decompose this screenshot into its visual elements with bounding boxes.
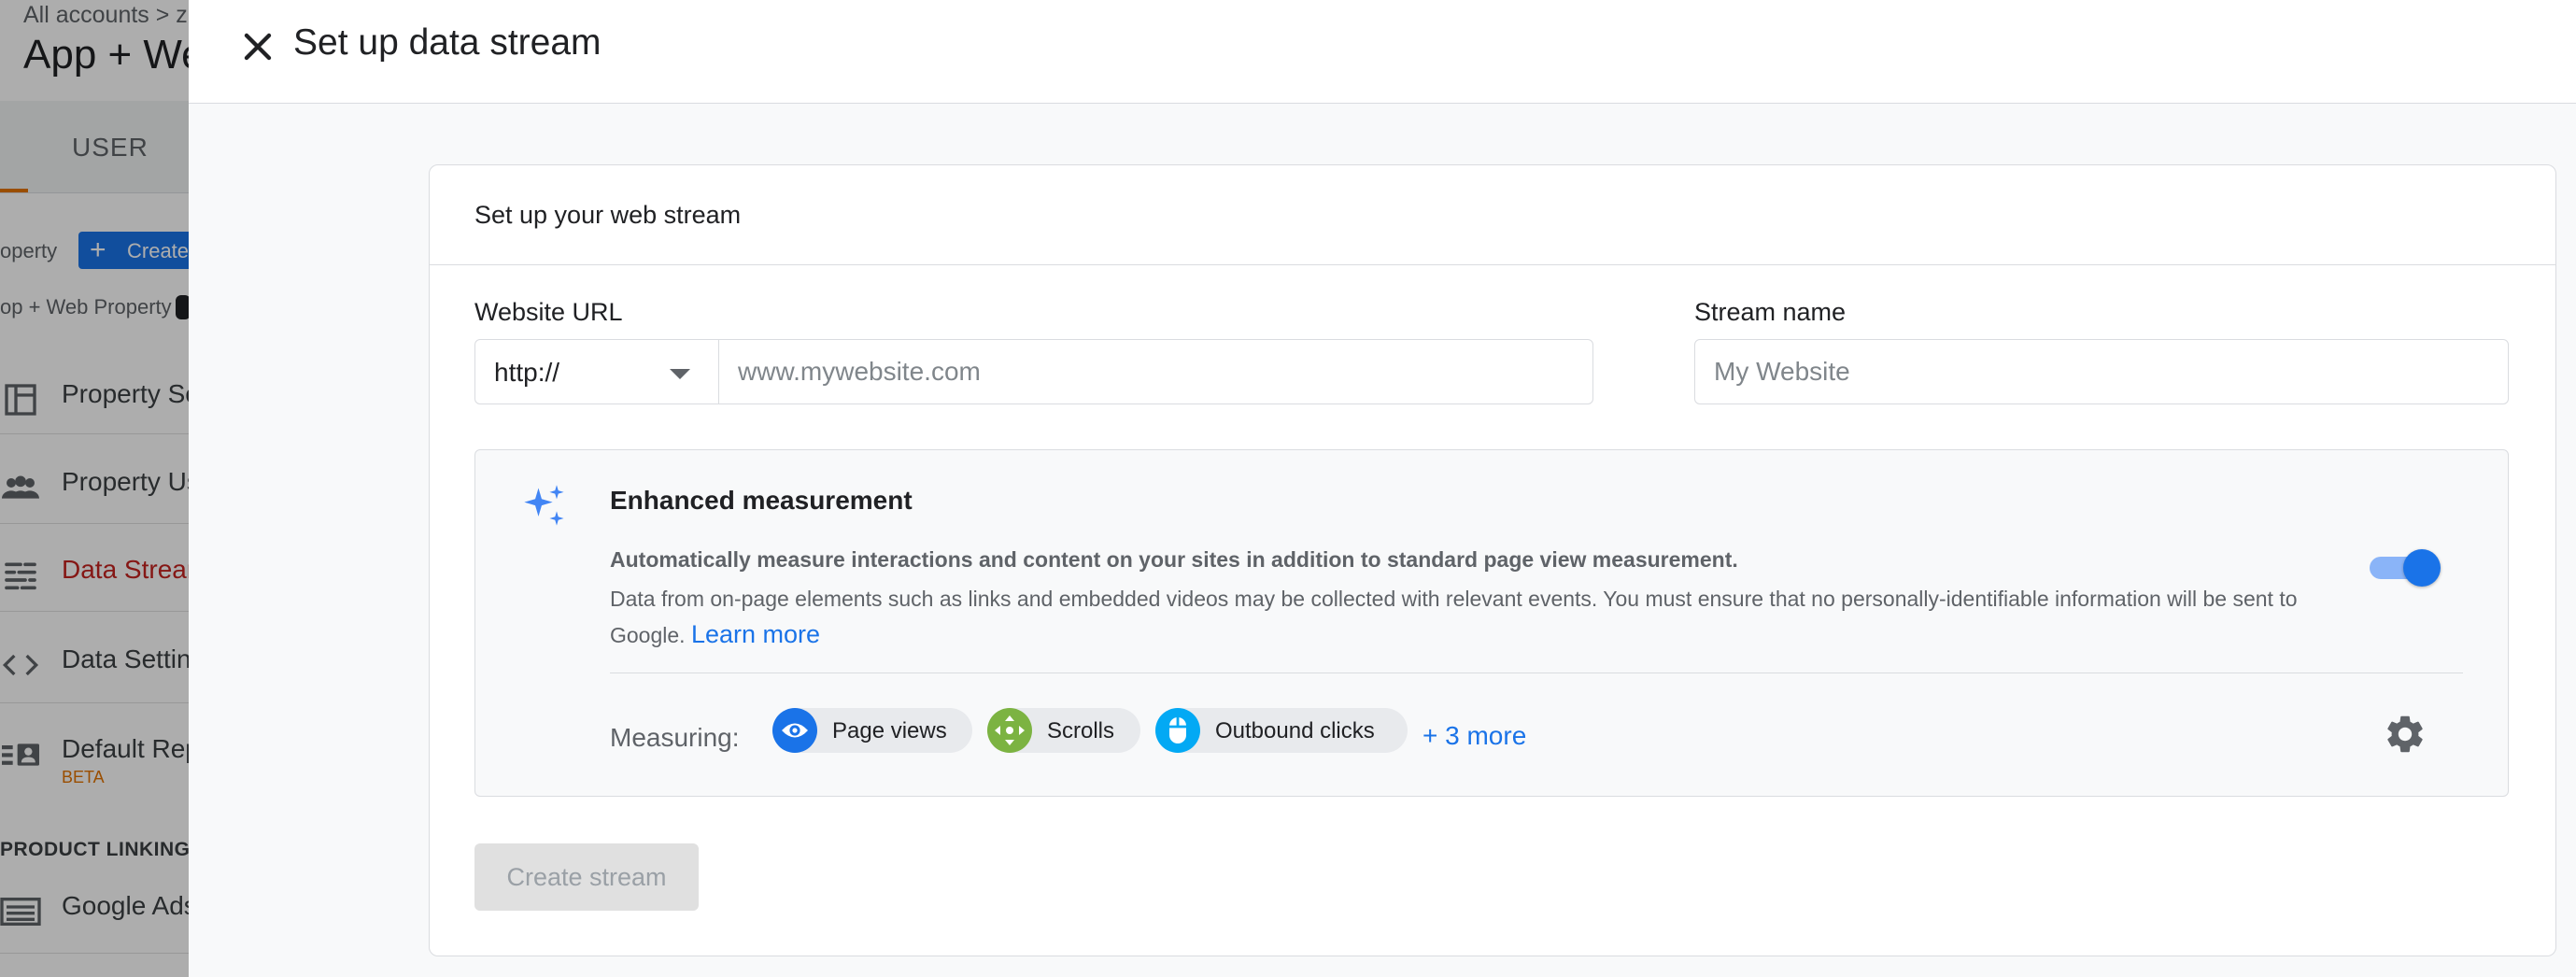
more-measurements-link[interactable]: + 3 more <box>1422 721 1526 751</box>
chip-outbound-clicks[interactable]: Outbound clicks <box>1155 708 1408 753</box>
divider <box>430 264 2555 265</box>
enhanced-measurement-summary: Automatically measure interactions and c… <box>610 547 1738 572</box>
toggle-knob <box>2403 549 2441 587</box>
stream-name-input[interactable] <box>1694 339 2509 404</box>
protocol-select[interactable]: http:// <box>474 339 719 404</box>
chip-label: Outbound clicks <box>1215 718 1375 743</box>
description-text: Data from on-page elements such as links… <box>610 587 2298 647</box>
web-stream-card: Set up your web stream Website URL http:… <box>429 164 2556 956</box>
website-url-input[interactable] <box>718 339 1593 404</box>
card-title: Set up your web stream <box>474 201 742 229</box>
protocol-value: http:// <box>494 358 560 387</box>
stream-name-label: Stream name <box>1694 298 1847 326</box>
panel-title: Set up data stream <box>293 22 602 63</box>
measuring-label: Measuring: <box>610 723 740 752</box>
panel-header: Set up data stream <box>189 0 2576 104</box>
enhanced-measurement-section: Enhanced measurement Automatically measu… <box>474 449 2509 797</box>
sparkle-icon <box>520 482 569 531</box>
chip-label: Page views <box>832 718 947 743</box>
enhanced-measurement-description: Data from on-page elements such as links… <box>610 581 2366 653</box>
chip-label: Scrolls <box>1047 718 1115 743</box>
mouse-icon <box>1155 708 1200 753</box>
learn-more-link[interactable]: Learn more <box>691 620 820 648</box>
chip-scrolls[interactable]: Scrolls <box>987 708 1140 753</box>
move-arrows-icon <box>987 708 1032 753</box>
create-stream-button[interactable]: Create stream <box>474 843 699 911</box>
website-url-label: Website URL <box>474 298 623 326</box>
close-icon[interactable] <box>235 24 280 69</box>
gear-icon[interactable] <box>2383 712 2427 757</box>
eye-icon <box>772 708 817 753</box>
chip-page-views[interactable]: Page views <box>772 708 972 753</box>
enhanced-measurement-title: Enhanced measurement <box>610 486 913 515</box>
setup-data-stream-panel: Set up data stream Set up your web strea… <box>189 0 2576 977</box>
dropdown-arrow-icon <box>670 369 690 379</box>
enhanced-measurement-toggle[interactable] <box>2366 547 2441 588</box>
